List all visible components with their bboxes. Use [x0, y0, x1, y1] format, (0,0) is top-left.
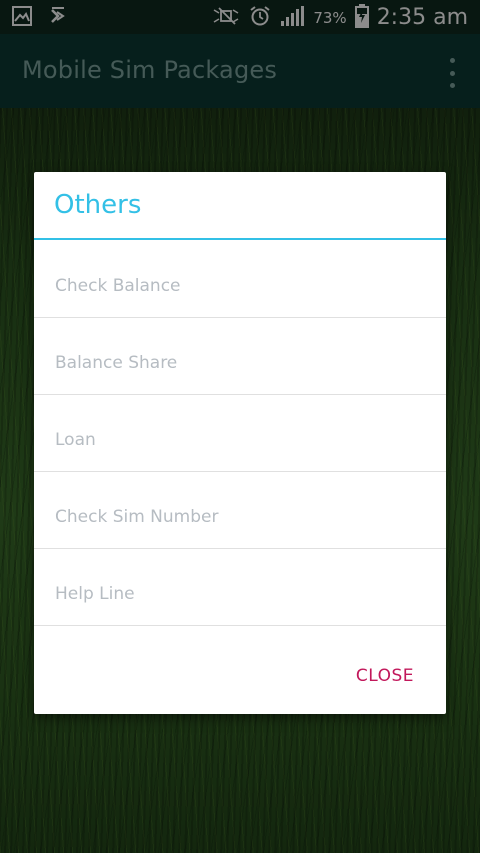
option-check-sim-number[interactable]: Check Sim Number: [34, 472, 446, 549]
option-label: Help Line: [55, 584, 135, 604]
option-label: Check Balance: [55, 276, 181, 296]
dialog-title: Others: [54, 190, 142, 220]
option-help-line[interactable]: Help Line: [34, 549, 446, 626]
close-button[interactable]: CLOSE: [356, 666, 414, 686]
option-label: Balance Share: [55, 353, 178, 373]
dialog-options-list: Check Balance Balance Share Loan Check S…: [34, 241, 446, 626]
option-check-balance[interactable]: Check Balance: [34, 241, 446, 318]
option-balance-share[interactable]: Balance Share: [34, 318, 446, 395]
option-loan[interactable]: Loan: [34, 395, 446, 472]
option-label: Check Sim Number: [55, 507, 219, 527]
screen: 73% 2:35 am Mobile Sim Packages Others C…: [0, 0, 480, 853]
option-label: Loan: [55, 430, 96, 450]
others-dialog: Others Check Balance Balance Share Loan …: [34, 172, 446, 714]
dialog-title-divider: [34, 238, 446, 240]
